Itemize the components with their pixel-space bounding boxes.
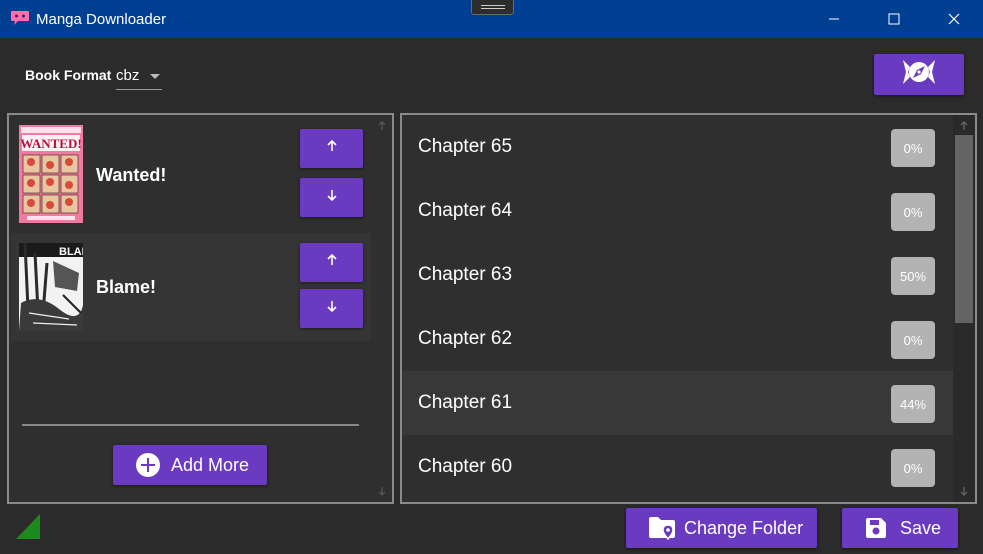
scroll-down-arrow[interactable]	[956, 483, 972, 499]
change-folder-label: Change Folder	[684, 518, 804, 538]
scrollbar-thumb[interactable]	[955, 135, 973, 323]
manga-title: Wanted!	[96, 165, 167, 185]
move-down-button[interactable]	[300, 178, 363, 217]
cover-image-wanted: WANTED!	[19, 125, 83, 223]
svg-text:BLAME!: BLAME!	[59, 246, 83, 258]
compass-icon	[899, 58, 939, 91]
progress-badge: 50%	[891, 257, 935, 295]
chevron-down-icon	[150, 74, 160, 79]
manga-title: Blame!	[96, 277, 157, 297]
save-button[interactable]: Save	[842, 508, 958, 548]
close-icon	[948, 13, 960, 25]
chapter-name: Chapter 61	[418, 392, 513, 413]
chapter-name: Chapter 63	[418, 264, 513, 285]
change-folder-button[interactable]: Change Folder	[626, 508, 817, 548]
progress-badge: 0%	[891, 321, 935, 359]
divider	[22, 424, 359, 426]
minimize-icon	[828, 13, 840, 25]
chapter-row[interactable]: Chapter 65 0%	[402, 115, 953, 179]
svg-text:WANTED!: WANTED!	[20, 136, 81, 151]
arrow-up-icon	[325, 253, 339, 272]
speech-bubble-icon	[10, 10, 30, 26]
chapter-name: Chapter 65	[418, 136, 513, 157]
maximize-icon	[888, 13, 900, 25]
add-more-label: Add More	[171, 455, 250, 475]
book-format-label: Book Format	[25, 67, 112, 83]
cover-image-blame: BLAME!	[19, 243, 83, 331]
book-format-select[interactable]: cbz	[116, 64, 162, 90]
chapter-name: Chapter 64	[418, 200, 513, 221]
save-label: Save	[900, 518, 942, 538]
signal-corner-icon	[16, 514, 40, 539]
chapter-list-panel[interactable]: Chapter 65 0% Chapter 64 0% Chapter 63 5…	[400, 113, 977, 504]
manga-list-panel[interactable]: WANTED! Wanted! BLA Blame! Add More	[7, 113, 394, 504]
minimize-button[interactable]	[809, 0, 859, 38]
arrow-down-icon	[325, 188, 339, 207]
progress-badge: 0%	[891, 129, 935, 167]
folder-location-icon	[648, 516, 678, 545]
move-down-button[interactable]	[300, 289, 363, 328]
chapter-name: Chapter 60	[418, 456, 513, 477]
progress-badge: 0%	[891, 449, 935, 487]
plus-circle-icon	[136, 453, 160, 477]
chapter-row[interactable]: Chapter 60 0%	[402, 435, 953, 499]
manga-item-blame[interactable]: BLAME! Blame!	[11, 233, 371, 341]
scroll-up-arrow[interactable]	[374, 118, 390, 134]
arrow-up-icon	[325, 139, 339, 158]
browse-button[interactable]	[874, 54, 964, 95]
progress-badge: 44%	[891, 385, 935, 423]
chapter-row[interactable]: Chapter 64 0%	[402, 179, 953, 243]
title-bar[interactable]: Manga Downloader	[0, 0, 983, 38]
arrow-down-icon	[325, 299, 339, 318]
window-title: Manga Downloader	[36, 11, 167, 28]
chapter-name: Chapter 62	[418, 328, 513, 349]
move-up-button[interactable]	[300, 243, 363, 282]
manga-item-wanted[interactable]: WANTED! Wanted!	[11, 121, 371, 229]
snap-grip-handle[interactable]	[471, 0, 514, 15]
add-more-button[interactable]: Add More	[113, 445, 267, 485]
chapter-row[interactable]: Chapter 61 44%	[402, 371, 953, 435]
progress-badge: 0%	[891, 193, 935, 231]
floppy-disk-icon	[864, 516, 888, 545]
scroll-down-arrow[interactable]	[374, 483, 390, 499]
book-format-value: cbz	[116, 67, 140, 84]
close-button[interactable]	[929, 0, 979, 38]
chapter-row[interactable]: Chapter 63 50%	[402, 243, 953, 307]
chapter-scrollbar[interactable]	[953, 115, 975, 502]
chapter-row[interactable]: Chapter 62 0%	[402, 307, 953, 371]
maximize-button[interactable]	[869, 0, 919, 38]
move-up-button[interactable]	[300, 129, 363, 168]
scroll-up-arrow[interactable]	[956, 118, 972, 134]
